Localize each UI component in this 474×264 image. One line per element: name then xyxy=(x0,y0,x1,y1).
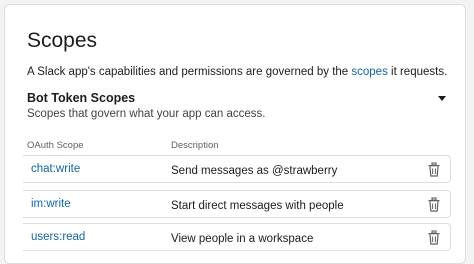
bot-token-scopes-subtitle: Scopes that govern what your app can acc… xyxy=(27,108,266,120)
caret-down-icon[interactable] xyxy=(435,91,449,105)
scope-description: Start direct messages with people xyxy=(171,200,344,212)
scope-link-chat-write[interactable]: chat:write xyxy=(31,162,80,176)
scope-description: Send messages as @strawberry xyxy=(171,165,338,177)
column-header-oauth-scope: OAuth Scope xyxy=(27,140,84,151)
description-suffix: it requests. xyxy=(387,66,448,78)
page-title: Scopes xyxy=(27,29,98,52)
trash-icon[interactable] xyxy=(427,197,441,212)
scope-link-im-write[interactable]: im:write xyxy=(31,197,71,211)
scope-link-users-read[interactable]: users:read xyxy=(31,230,85,244)
trash-icon[interactable] xyxy=(427,230,441,245)
scopes-card: Scopes A Slack app's capabilities and pe… xyxy=(4,4,466,264)
scopes-link[interactable]: scopes xyxy=(351,66,387,78)
trash-icon[interactable] xyxy=(427,162,441,177)
scope-description: View people in a workspace xyxy=(171,233,314,245)
bot-token-scopes-title: Bot Token Scopes xyxy=(27,91,136,105)
table-row: im:write Start direct messages with peop… xyxy=(23,190,451,218)
table-row: users:read View people in a workspace xyxy=(23,223,451,251)
column-header-description: Description xyxy=(171,140,219,151)
table-row: chat:write Send messages as @strawberry xyxy=(23,155,451,183)
scopes-description: A Slack app's capabilities and permissio… xyxy=(27,65,447,79)
description-prefix: A Slack app's capabilities and permissio… xyxy=(27,66,352,78)
